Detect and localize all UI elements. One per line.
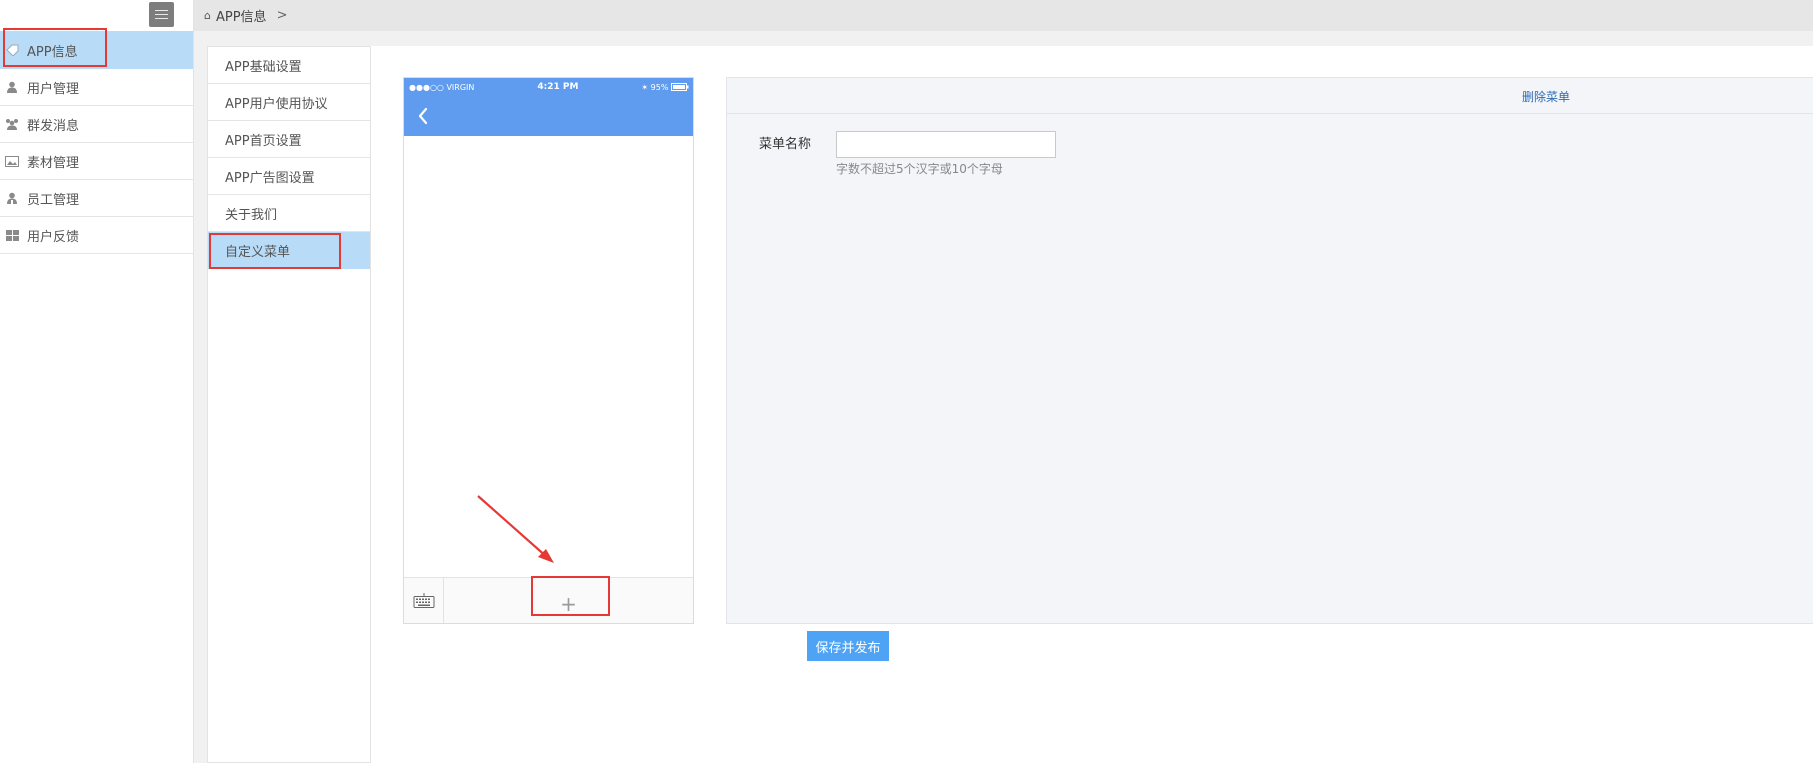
menu-edit-panel: 删除菜单 菜单名称 字数不超过5个汉字或10个字母 — [726, 77, 1813, 624]
app-root: ⌂ APP信息 > APP信息 用户管理 群发消息 素材管理 员工管理 用户反馈… — [0, 0, 1813, 763]
sidebar-item-materials[interactable]: 素材管理 — [0, 143, 193, 180]
back-arrow-icon[interactable] — [416, 106, 430, 126]
sidebar-item-label: 员工管理 — [27, 192, 80, 208]
sidebar-item-feedback[interactable]: 用户反馈 — [0, 217, 193, 254]
breadcrumb-separator: > — [276, 8, 288, 23]
phone-status-bar: ●●●○○ VIRGIN 4:21 PM ✶ 95% — [404, 78, 693, 96]
status-time: 4:21 PM — [537, 82, 579, 92]
save-publish-button[interactable]: 保存并发布 — [807, 631, 889, 661]
annotation-box-custom-menu — [209, 233, 341, 269]
sidebar-item-label: 用户管理 — [27, 81, 80, 97]
settings-submenu: APP基础设置 APP用户使用协议 APP首页设置 APP广告图设置 关于我们 … — [207, 46, 371, 763]
battery-label: 95% — [650, 82, 669, 92]
submenu-item-user-agreement[interactable]: APP用户使用协议 — [208, 84, 371, 121]
menu-name-input[interactable] — [836, 131, 1056, 158]
sidebar-item-mass-message[interactable]: 群发消息 — [0, 106, 193, 143]
breadcrumb-current[interactable]: APP信息 — [216, 6, 267, 25]
bluetooth-icon: ✶ — [641, 82, 649, 92]
battery-status: ✶ 95% — [641, 83, 689, 92]
sidebar-item-user-management[interactable]: 用户管理 — [0, 69, 193, 106]
submenu-item-home-settings[interactable]: APP首页设置 — [208, 121, 371, 158]
image-icon — [5, 155, 19, 167]
carrier-label: ●●●○○ VIRGIN — [409, 82, 475, 92]
sidebar-item-label: 素材管理 — [27, 155, 80, 171]
menu-name-label: 菜单名称 — [759, 137, 812, 152]
home-icon[interactable]: ⌂ — [204, 9, 211, 22]
edit-panel-header: 删除菜单 — [727, 78, 1813, 114]
menu-toggle-icon[interactable] — [149, 2, 174, 27]
keyboard-icon[interactable] — [404, 578, 444, 623]
annotation-box-add-button — [531, 576, 610, 616]
battery-icon — [670, 83, 689, 91]
breadcrumb: ⌂ APP信息 > — [194, 0, 1813, 31]
sidebar-item-label: 群发消息 — [27, 118, 80, 134]
annotation-box-app-info — [3, 28, 107, 67]
user-icon — [5, 81, 19, 93]
sidebar-header — [0, 0, 193, 31]
sidebar-item-label: 用户反馈 — [27, 229, 80, 245]
menu-name-hint: 字数不超过5个汉字或10个字母 — [836, 162, 1003, 176]
submenu-item-about-us[interactable]: 关于我们 — [208, 195, 371, 232]
users-icon — [5, 118, 19, 130]
sidebar: APP信息 用户管理 群发消息 素材管理 员工管理 用户反馈 — [0, 0, 194, 763]
grid-icon — [5, 229, 19, 241]
delete-menu-link[interactable]: 删除菜单 — [1522, 88, 1570, 105]
staff-icon — [5, 192, 19, 204]
submenu-item-ad-settings[interactable]: APP广告图设置 — [208, 158, 371, 195]
annotation-arrow — [477, 495, 554, 563]
submenu-item-basic-settings[interactable]: APP基础设置 — [208, 47, 371, 84]
sidebar-item-staff[interactable]: 员工管理 — [0, 180, 193, 217]
phone-header: ●●●○○ VIRGIN 4:21 PM ✶ 95% — [404, 78, 693, 136]
